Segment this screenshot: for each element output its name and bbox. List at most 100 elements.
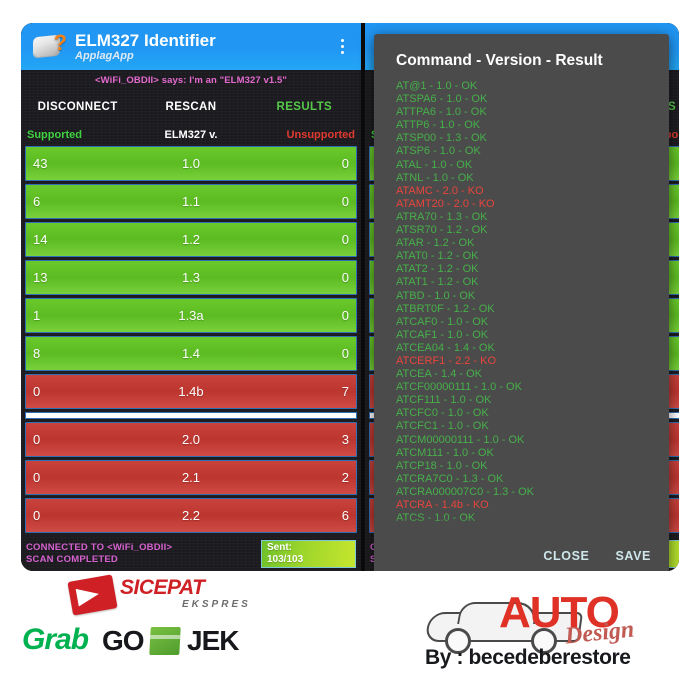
- command-result-line: ATCM111 - 1.0 - OK: [396, 446, 494, 459]
- cell-supported-count: 6: [33, 194, 41, 209]
- command-result-line: ATCRA7C0 - 1.3 - OK: [396, 472, 504, 485]
- phone-screen: ? ELM327 Identifier ApplagApp <WiFi_OBDI…: [21, 23, 679, 571]
- app-title-block: ELM327 Identifier ApplagApp: [75, 31, 331, 63]
- sicepat-subtitle: EKSPRES: [182, 599, 251, 610]
- cell-unsupported-count: 3: [341, 432, 349, 447]
- dialog-action-row: CLOSE SAVE: [374, 533, 669, 571]
- command-result-line: ATTP6 - 1.0 - OK: [396, 119, 481, 132]
- auto-design-watermark: AUTO Design By : becedeberestore: [424, 588, 687, 670]
- grab-wordmark: Grab: [22, 623, 89, 656]
- table-row[interactable]: 43 1.0 0: [25, 146, 357, 181]
- command-result-line: ATSP00 - 1.3 - OK: [396, 132, 487, 145]
- column-header-supported: Supported: [27, 129, 82, 141]
- command-result-line: ATSR70 - 1.2 - OK: [396, 224, 488, 237]
- table-column-headers: Supported ELM327 v. Unsupported: [21, 124, 361, 146]
- table-row[interactable]: 14 1.2 0: [25, 222, 357, 257]
- gojek-jek-wordmark: JEK: [187, 625, 239, 656]
- command-result-line: ATCERF1 - 2.2 - KO: [396, 354, 497, 367]
- sicepat-mark-icon: [67, 574, 118, 616]
- table-row[interactable]: 0 2.2 6: [25, 498, 357, 533]
- cell-version: 1.1: [181, 194, 201, 209]
- cell-supported-count: 43: [33, 156, 48, 171]
- command-result-line: ATCFC0 - 1.0 - OK: [396, 407, 489, 420]
- cell-version: 2.2: [181, 508, 201, 523]
- cell-unsupported-count: 7: [341, 384, 349, 399]
- status-bar: CONNECTED TO <WiFi_OBDII> SCAN COMPLETED…: [21, 537, 361, 571]
- command-result-line: ATBD - 1.0 - OK: [396, 289, 476, 302]
- cell-supported-count: 0: [33, 432, 41, 447]
- sent-label: Sent:: [267, 542, 292, 553]
- cell-version: 2.1: [181, 470, 201, 485]
- save-button[interactable]: SAVE: [615, 549, 651, 563]
- dialog-command-list[interactable]: AT@1 - 1.0 - OK ATSPA6 - 1.0 - OK ATTPA6 -…: [374, 80, 669, 533]
- table-row[interactable]: 6 1.1 0: [25, 184, 357, 219]
- disconnect-button[interactable]: DISCONNECT: [21, 101, 134, 113]
- cell-supported-count: 0: [33, 384, 41, 399]
- cell-supported-count: 0: [33, 470, 41, 485]
- status-connected-line: CONNECTED TO <WiFi_OBDII>: [26, 542, 173, 553]
- table-row[interactable]: 8 1.4 0: [25, 336, 357, 371]
- results-table: 43 1.0 0 6 1.1 0 14 1.2 0 13 1.3 0 1 1.3a 0 8 1.4 0 0 1.4b 7…: [21, 146, 361, 533]
- sicepat-logo-watermark: SICEPAT EKSPRES: [67, 574, 280, 616]
- command-result-line: ATAT1 - 1.2 - OK: [396, 276, 479, 289]
- overflow-menu-icon-2[interactable]: [675, 30, 679, 64]
- cell-version: 1.4: [181, 346, 201, 361]
- cell-version: 1.3: [181, 270, 201, 285]
- cell-unsupported-count: 0: [341, 194, 349, 209]
- action-button-row: DISCONNECT RESCAN RESULTS: [21, 90, 361, 124]
- cell-supported-count: 8: [33, 346, 41, 361]
- command-result-line: ATCEA04 - 1.4 - OK: [396, 341, 495, 354]
- cell-supported-count: 13: [33, 270, 48, 285]
- command-result-line: ATAT0 - 1.2 - OK: [396, 250, 479, 263]
- command-result-line: ATCAF0 - 1.0 - OK: [396, 315, 489, 328]
- table-row[interactable]: 0 2.0 3: [25, 422, 357, 457]
- command-result-line: ATAL - 1.0 - OK: [396, 158, 473, 171]
- sent-value: 103/103: [267, 554, 304, 565]
- command-result-line: ATCFC1 - 1.0 - OK: [396, 420, 489, 433]
- sent-counter-badge: Sent: 103/103: [261, 540, 356, 568]
- table-row[interactable]: 0 1.4b 7: [25, 374, 357, 409]
- rescan-button[interactable]: RESCAN: [134, 101, 247, 113]
- column-header-version: ELM327 v.: [164, 129, 218, 141]
- table-row[interactable]: 13 1.3 0: [25, 260, 357, 295]
- table-row[interactable]: 0 2.1 2: [25, 460, 357, 495]
- column-header-unsupported: Unsupported: [286, 129, 355, 141]
- cell-version: 1.3a: [178, 308, 204, 323]
- connection-status: CONNECTED TO <WiFi_OBDII> SCAN COMPLETED: [26, 542, 261, 566]
- grab-gojek-watermark: Grab GO JEK: [22, 623, 282, 659]
- table-row[interactable]: 1 1.3a 0: [25, 298, 357, 333]
- command-result-line: ATTPA6 - 1.0 - OK: [396, 106, 487, 119]
- device-says-line: <WiFi_OBDII> says: I'm an "ELM327 v1.5": [95, 75, 287, 86]
- status-scan-line: SCAN COMPLETED: [26, 554, 118, 565]
- command-result-line: ATCRA - 1.4b - KO: [396, 499, 489, 511]
- close-button[interactable]: CLOSE: [543, 549, 589, 563]
- cell-unsupported-count: 0: [341, 270, 349, 285]
- command-result-line: ATCS - 1.0 - OK: [396, 512, 476, 525]
- command-result-line: ATRA70 - 1.3 - OK: [396, 210, 488, 223]
- cell-unsupported-count: 2: [341, 470, 349, 485]
- cell-unsupported-count: 0: [341, 156, 349, 171]
- table-row-divider: [25, 412, 357, 419]
- command-result-line: ATAR - 1.2 - OK: [396, 237, 475, 250]
- phone-screenshot-frame: ? ELM327 Identifier ApplagApp <WiFi_OBDI…: [16, 18, 684, 576]
- cell-unsupported-count: 0: [341, 346, 349, 361]
- cell-unsupported-count: 0: [341, 232, 349, 247]
- gojek-go-wordmark: GO: [102, 625, 145, 656]
- cell-supported-count: 14: [33, 232, 48, 247]
- app-developer-label: ApplagApp: [75, 49, 134, 62]
- results-button[interactable]: RESULTS: [248, 101, 361, 113]
- command-result-line: ATBRT0F - 1.2 - OK: [396, 302, 495, 315]
- obd-connector-question-icon: ?: [33, 31, 67, 62]
- cell-version: 2.0: [181, 432, 201, 447]
- command-result-line: ATSP6 - 1.0 - OK: [396, 145, 481, 158]
- dialog-title: Command - Version - Result: [396, 52, 603, 69]
- cell-version: 1.2: [181, 232, 201, 247]
- page-title: ELM327 Identifier: [75, 30, 216, 50]
- command-result-line: ATAMC - 2.0 - KO: [396, 184, 484, 197]
- command-result-line: ATCEA - 1.4 - OK: [396, 368, 482, 381]
- cell-version: 1.0: [181, 156, 201, 171]
- command-result-line: ATCRA000007C0 - 1.3 - OK: [396, 485, 534, 498]
- overflow-menu-icon[interactable]: [331, 30, 353, 64]
- command-result-line: ATCAF1 - 1.0 - OK: [396, 328, 489, 341]
- command-result-line: ATCF00000111 - 1.0 - OK: [396, 381, 522, 394]
